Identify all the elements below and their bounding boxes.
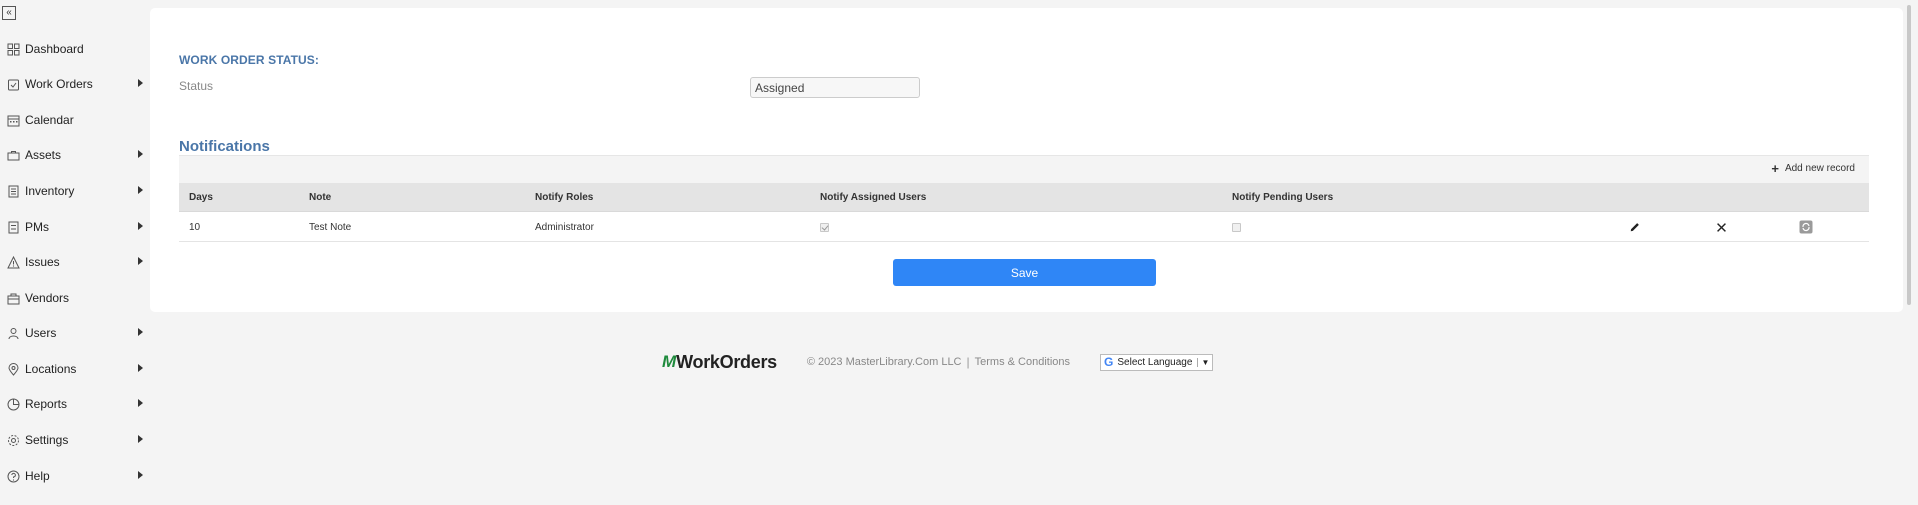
column-header-notify-pending-users[interactable]: Notify Pending Users	[1232, 192, 1333, 203]
briefcase-icon	[7, 149, 20, 162]
double-chevron-left-icon[interactable]: «	[2, 6, 16, 20]
add-new-record-label: Add new record	[1784, 163, 1855, 174]
terms-link[interactable]: Terms & Conditions	[975, 356, 1070, 368]
add-new-record-button[interactable]: + Add new record	[1771, 160, 1855, 176]
language-label: Select Language	[1117, 356, 1193, 368]
logo-mark-icon: M	[662, 352, 676, 371]
sidebar-item-dashboard[interactable]: Dashboard	[0, 38, 150, 60]
checklist-icon	[7, 221, 20, 234]
caret-right-icon	[138, 435, 143, 443]
caret-right-icon	[138, 186, 143, 194]
sidebar-item-label: Vendors	[25, 291, 70, 305]
caret-right-icon	[138, 471, 143, 479]
sidebar-item-label: Dashboard	[25, 42, 84, 56]
calendar-icon	[7, 114, 20, 127]
notifications-grid: + Add new record Days Note Notify Roles …	[179, 155, 1869, 242]
chart-icon	[7, 398, 20, 411]
sidebar-item-label: Calendar	[25, 113, 74, 127]
scrollbar-thumb[interactable]	[1907, 5, 1911, 305]
user-icon	[7, 327, 20, 340]
question-icon	[7, 470, 20, 483]
document-icon	[7, 185, 20, 198]
notify-pending-checkbox[interactable]	[1232, 223, 1241, 232]
copyright-text: © 2023 MasterLibrary.Com LLC	[806, 356, 962, 368]
status-label: Status	[179, 79, 214, 93]
logo-text: WorkOrders	[676, 351, 777, 372]
scrollbar[interactable]	[1905, 0, 1918, 505]
sidebar-item-label: Locations	[25, 362, 77, 376]
sidebar-item-inventory[interactable]: Inventory	[0, 180, 150, 202]
sidebar-item-label: PMs	[25, 220, 49, 234]
column-header-notify-roles[interactable]: Notify Roles	[535, 192, 593, 203]
grid-icon	[7, 43, 20, 56]
main-card: WORK ORDER STATUS: Status Assigned Notif…	[150, 8, 1903, 312]
plus-icon: +	[1771, 160, 1779, 176]
table-row[interactable]: 10 Test Note Administrator	[179, 212, 1869, 242]
footer-separator: |	[966, 355, 970, 369]
caret-right-icon	[138, 150, 143, 158]
caret-right-icon	[138, 79, 143, 87]
sidebar-item-calendar[interactable]: Calendar	[0, 109, 150, 131]
sidebar-item-label: Work Orders	[25, 77, 93, 91]
sidebar-item-issues[interactable]: Issues	[0, 251, 150, 273]
sidebar-item-reports[interactable]: Reports	[0, 393, 150, 415]
language-selector[interactable]: G Select Language ▼	[1100, 353, 1214, 371]
column-header-note[interactable]: Note	[309, 192, 331, 203]
dropdown-arrow-icon: ▼	[1197, 357, 1209, 367]
sidebar-item-assets[interactable]: Assets	[0, 144, 150, 166]
delete-icon[interactable]	[1714, 220, 1728, 234]
sidebar-item-label: Reports	[25, 397, 68, 411]
sidebar-item-work-orders[interactable]: Work Orders	[0, 73, 150, 95]
section-title: WORK ORDER STATUS:	[179, 53, 320, 67]
caret-right-icon	[138, 328, 143, 336]
column-header-notify-assigned-users[interactable]: Notify Assigned Users	[820, 192, 926, 203]
sidebar: « Dashboard Work Orders Calendar Assets …	[0, 0, 150, 505]
sidebar-item-label: Settings	[25, 433, 69, 447]
sidebar-item-label: Help	[25, 469, 50, 483]
store-icon	[7, 292, 20, 305]
grid-header: Days Note Notify Roles Notify Assigned U…	[179, 183, 1869, 212]
sidebar-item-label: Assets	[25, 148, 62, 162]
google-icon: G	[1104, 355, 1114, 369]
column-header-days[interactable]: Days	[189, 192, 213, 203]
pin-icon	[7, 362, 20, 376]
cell-roles: Administrator	[535, 222, 594, 233]
sidebar-item-label: Inventory	[25, 184, 75, 198]
notify-assigned-checkbox[interactable]	[820, 223, 829, 232]
sidebar-item-users[interactable]: Users	[0, 322, 150, 344]
cell-note: Test Note	[309, 222, 352, 233]
sidebar-item-label: Issues	[25, 255, 60, 269]
caret-right-icon	[138, 364, 143, 372]
clipboard-icon	[7, 78, 20, 91]
warning-icon	[7, 255, 20, 269]
save-button[interactable]: Save	[893, 259, 1156, 286]
edit-icon[interactable]	[1628, 220, 1642, 234]
caret-right-icon	[138, 257, 143, 265]
caret-right-icon	[138, 222, 143, 230]
sidebar-item-vendors[interactable]: Vendors	[0, 287, 150, 309]
sidebar-item-locations[interactable]: Locations	[0, 358, 150, 380]
workorders-logo: M WorkOrders	[662, 352, 777, 373]
refresh-icon[interactable]	[1799, 220, 1813, 234]
status-select[interactable]: Assigned	[750, 77, 920, 98]
sidebar-item-pms[interactable]: PMs	[0, 216, 150, 238]
sidebar-item-settings[interactable]: Settings	[0, 429, 150, 451]
caret-right-icon	[138, 399, 143, 407]
sidebar-item-label: Users	[25, 326, 57, 340]
notifications-title: Notifications	[179, 138, 270, 155]
grid-toolbar: + Add new record	[179, 155, 1869, 183]
cell-days: 10	[189, 222, 201, 233]
sidebar-item-help[interactable]: Help	[0, 465, 150, 487]
footer: M WorkOrders © 2023 MasterLibrary.Com LL…	[662, 352, 1214, 373]
gear-icon	[7, 434, 20, 447]
